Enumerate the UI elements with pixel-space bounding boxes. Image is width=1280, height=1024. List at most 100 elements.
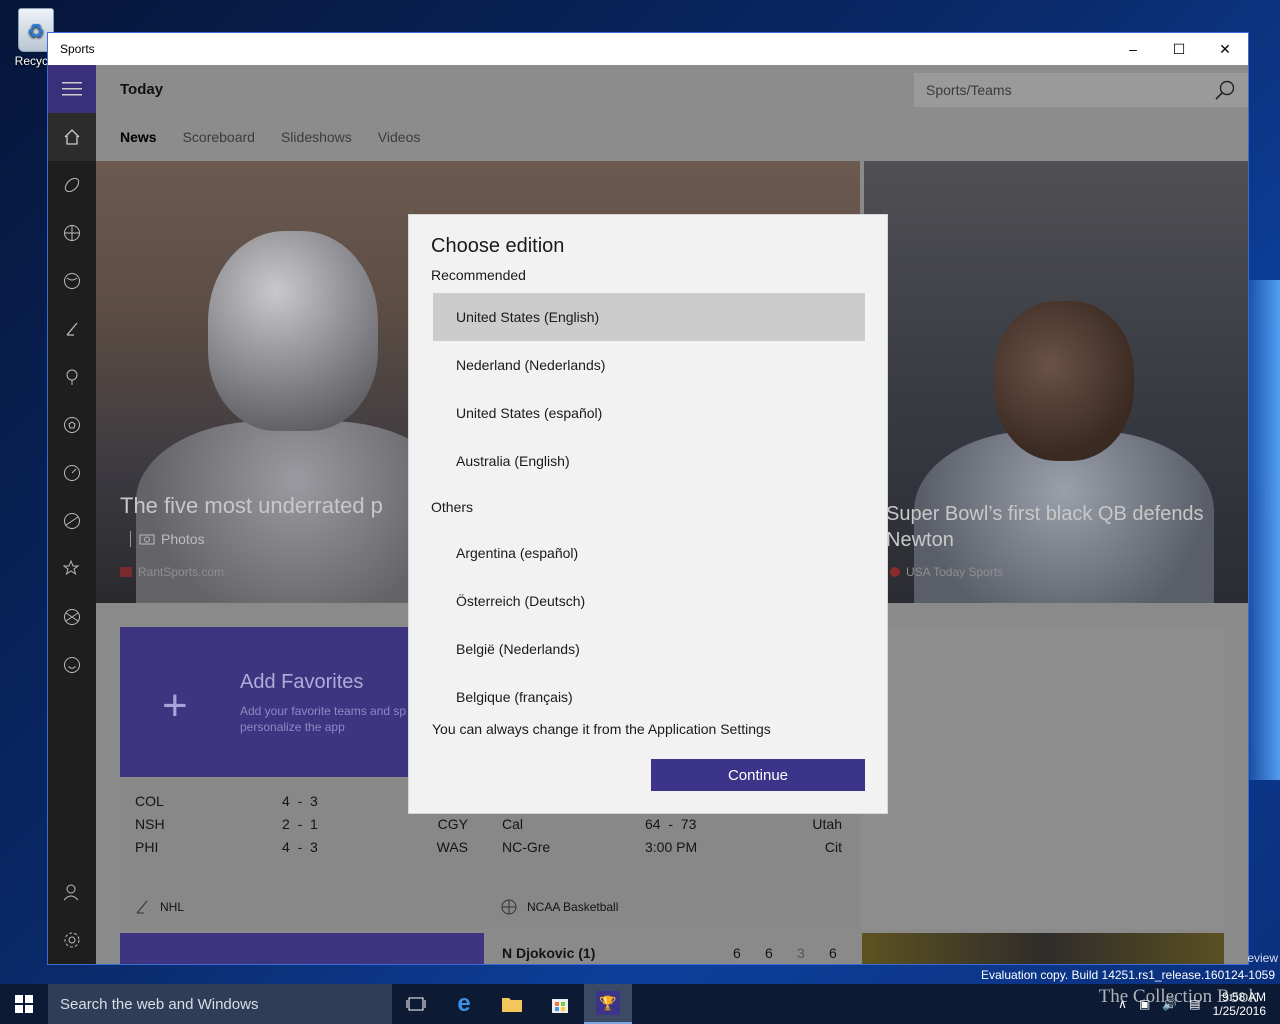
hero-left-type: Photos: [130, 531, 205, 547]
nav-home[interactable]: [48, 113, 96, 161]
dialog-title: Choose edition: [431, 235, 565, 257]
smiley-icon: [64, 657, 80, 673]
hero-left-headline: The five most underrated p: [120, 493, 383, 518]
edition-option-united-states-espanol[interactable]: United States (español): [433, 389, 865, 437]
windows-logo-icon: [15, 995, 33, 1013]
nhl-row-1-score: 4 - 3: [282, 793, 318, 809]
hero-left-source-label: RantSports.com: [138, 565, 225, 579]
sports-app-taskbar-button[interactable]: 🏆: [584, 984, 632, 1024]
nav-baseball[interactable]: [48, 257, 96, 305]
add-favorites-title: Add Favorites: [240, 671, 364, 693]
nhl-row-3-home: PHI: [135, 839, 159, 855]
nav-account[interactable]: [48, 868, 96, 916]
task-view-button[interactable]: [392, 984, 440, 1024]
ncaa-row-1-home: Cal: [502, 816, 524, 832]
nav-football[interactable]: [48, 161, 96, 209]
hamburger-icon: [62, 82, 82, 96]
search-icon[interactable]: [1214, 79, 1236, 101]
ncaa-league: NCAA Basketball: [501, 899, 618, 915]
continue-button[interactable]: Continue: [651, 759, 865, 791]
tennis-set-4: 6: [829, 945, 837, 961]
recommended-label: Recommended: [431, 267, 526, 283]
ncaa-row-1-score: 64 - 73: [645, 816, 697, 832]
add-favorites-subtitle: Add your favorite teams and sp personali…: [240, 704, 407, 734]
system-tray: ∧ ▣ 🔊 ▤ 9:58 AM 1/25/2016: [1118, 984, 1280, 1024]
store-bag-icon: [552, 999, 568, 1013]
clock-date: 1/25/2016: [1212, 1004, 1266, 1018]
bottom-tile-left[interactable]: [120, 933, 484, 964]
action-center-icon[interactable]: ▤: [1189, 997, 1200, 1011]
nav-settings[interactable]: [48, 916, 96, 964]
nav-tennis[interactable]: [48, 497, 96, 545]
chevron-up-icon[interactable]: ∧: [1118, 997, 1127, 1011]
search-input[interactable]: Sports/Teams: [926, 82, 1012, 98]
taskbar-search-input[interactable]: Search the web and Windows: [60, 996, 258, 1013]
page-header: Today Sports/Teams: [96, 65, 1248, 113]
edition-option-osterreich[interactable]: Österreich (Deutsch): [433, 577, 865, 625]
nhl-row-3-score: 4 - 3: [282, 839, 318, 855]
nhl-row-1-home: COL: [135, 793, 164, 809]
ncaa-row-2-home: NC-Gre: [502, 839, 551, 855]
hero-right-photo-face: [994, 301, 1134, 461]
tab-news[interactable]: News: [120, 129, 157, 145]
close-button[interactable]: ✕: [1202, 33, 1248, 65]
network-icon[interactable]: ▣: [1139, 997, 1150, 1011]
task-view-icon: [406, 997, 426, 1011]
edition-option-australia[interactable]: Australia (English): [433, 437, 865, 485]
ncaa-row-2-away: Cit: [824, 839, 842, 855]
tab-videos[interactable]: Videos: [378, 129, 421, 145]
nav-favorites[interactable]: [48, 545, 96, 593]
hero-left-source: RantSports.com: [120, 565, 224, 579]
clock[interactable]: 9:58 AM 1/25/2016: [1213, 990, 1266, 1018]
nav-fun[interactable]: [48, 641, 96, 689]
evaluation-build-text: Evaluation copy. Build 14251.rs1_release…: [981, 968, 1275, 982]
nav-rail: [48, 65, 96, 964]
tab-slideshows[interactable]: Slideshows: [281, 129, 352, 145]
nhl-row-3-away: WAS: [436, 839, 468, 855]
edge-browser-button[interactable]: e: [440, 984, 488, 1024]
tennis-player: N Djokovic (1): [502, 945, 596, 961]
tennis-set-2: 6: [765, 945, 773, 961]
volume-icon[interactable]: 🔊: [1162, 997, 1177, 1011]
hero-photo-helmet: [208, 231, 378, 431]
edition-option-nederland[interactable]: Nederland (Nederlands): [433, 341, 865, 389]
hockey-icon: [66, 322, 78, 336]
nhl-row-2-home: NSH: [135, 816, 165, 832]
minimize-button[interactable]: –: [1110, 33, 1156, 65]
taskbar-search[interactable]: Search the web and Windows: [48, 984, 392, 1024]
tennis-scores-card[interactable]: N Djokovic (1) 6 6 3 6: [487, 933, 858, 964]
golf-icon: [66, 369, 78, 385]
fantasy-ball-icon: [64, 609, 80, 625]
window-controls: – ☐ ✕: [1110, 33, 1248, 65]
baseball-icon: [64, 273, 80, 289]
store-button[interactable]: [536, 984, 584, 1024]
bottom-tile-photo[interactable]: [862, 933, 1224, 964]
nav-hockey[interactable]: [48, 305, 96, 353]
edition-option-united-states-english[interactable]: United States (English): [433, 293, 865, 341]
hamburger-menu-button[interactable]: [48, 65, 96, 113]
maximize-button[interactable]: ☐: [1156, 33, 1202, 65]
dialog-note: You can always change it from the Applic…: [432, 721, 771, 737]
hero-story-right[interactable]: Super Bowl’s first black QB defends Newt…: [864, 161, 1248, 603]
person-icon: [63, 884, 79, 901]
file-explorer-button[interactable]: [488, 984, 536, 1024]
tab-scoreboard[interactable]: Scoreboard: [183, 129, 255, 145]
start-button[interactable]: [0, 984, 48, 1024]
hero-right-source: USA Today Sports: [890, 565, 1003, 579]
edition-option-argentina[interactable]: Argentina (español): [433, 529, 865, 577]
nav-motorsport[interactable]: [48, 449, 96, 497]
search-box[interactable]: Sports/Teams: [914, 73, 1248, 107]
hero-right-headline: Super Bowl’s first black QB defends Newt…: [886, 503, 1204, 551]
soccer-icon: [64, 417, 80, 433]
nav-soccer[interactable]: [48, 401, 96, 449]
edition-option-belgique[interactable]: Belgique (français): [433, 673, 865, 721]
camera-icon: [139, 534, 155, 545]
edition-option-belgie[interactable]: België (Nederlands): [433, 625, 865, 673]
nav-fantasy[interactable]: [48, 593, 96, 641]
hockey-icon: [136, 900, 148, 914]
others-label: Others: [431, 499, 474, 515]
basketball-icon: [64, 225, 80, 241]
nav-basketball[interactable]: [48, 209, 96, 257]
nav-golf[interactable]: [48, 353, 96, 401]
tennis-icon: [64, 513, 80, 529]
